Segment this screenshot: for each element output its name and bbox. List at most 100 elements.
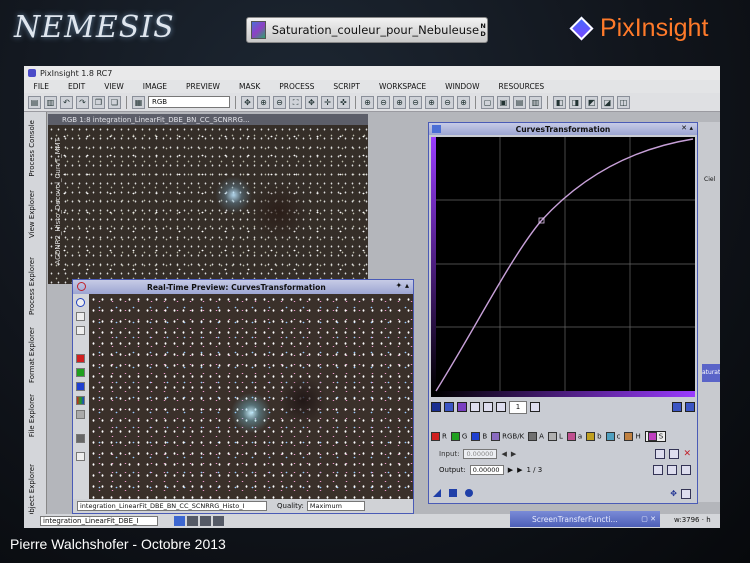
input-field[interactable]: 0.00000: [463, 449, 498, 459]
channel-g[interactable]: G: [450, 431, 467, 441]
grid-icon[interactable]: [685, 402, 695, 412]
camera-icon[interactable]: [76, 434, 85, 443]
next-point-icon[interactable]: ▶: [511, 450, 516, 458]
zoom-7-icon[interactable]: ⊕: [457, 95, 470, 109]
output-field[interactable]: 0.00000: [469, 465, 504, 475]
menu-view[interactable]: VIEW: [95, 82, 134, 91]
color-space-icon[interactable]: ▦: [132, 95, 145, 109]
nebula-image[interactable]: [48, 125, 368, 284]
mask-icon[interactable]: ◪: [601, 95, 614, 109]
menu-window[interactable]: WINDOW: [436, 82, 489, 91]
preview-edit-icon[interactable]: ▣: [497, 95, 510, 109]
channel-select[interactable]: RGB: [148, 96, 230, 108]
preview-target-select[interactable]: integration_LinearFit_DBE_BN_CC_SCNRRG_H…: [77, 501, 267, 511]
resize-icon[interactable]: ✥: [670, 489, 677, 499]
zoom-2-icon[interactable]: ⊖: [377, 95, 390, 109]
menu-preview[interactable]: PREVIEW: [177, 82, 230, 91]
menu-script[interactable]: SCRIPT: [324, 82, 370, 91]
preview-new-icon[interactable]: ▢: [481, 95, 494, 109]
channel-h[interactable]: H: [624, 431, 641, 441]
channel-rgbk[interactable]: RGB/K: [491, 431, 524, 441]
edit-point-icon[interactable]: [431, 402, 441, 412]
menu-resources[interactable]: RESOURCES: [489, 82, 554, 91]
interp-akima-icon[interactable]: [653, 465, 663, 475]
copy-icon[interactable]: ❐: [92, 95, 105, 109]
mask-enable-icon[interactable]: ◩: [585, 95, 598, 109]
next-icon[interactable]: ▶: [517, 466, 522, 474]
menu-workspace[interactable]: WORKSPACE: [369, 82, 435, 91]
select-icon[interactable]: ✜: [337, 95, 350, 109]
stf-icon[interactable]: ◫: [617, 95, 630, 109]
quality-select[interactable]: Maximum: [306, 501, 365, 511]
fit-icon[interactable]: ⛶: [289, 95, 302, 109]
histogram-icon[interactable]: [672, 402, 682, 412]
window-controls[interactable]: ▢ ✕: [641, 515, 656, 523]
menu-process[interactable]: PROCESS: [270, 82, 324, 91]
compare-icon[interactable]: [76, 452, 85, 461]
apply-icon[interactable]: [449, 489, 457, 497]
apply-global-icon[interactable]: [465, 489, 473, 497]
close-icon[interactable]: [77, 282, 86, 291]
pan-icon[interactable]: [496, 402, 506, 412]
channel-a-lab[interactable]: a: [566, 431, 582, 441]
tab-format-explorer[interactable]: Format Explorer: [28, 327, 36, 383]
interp-cubic-icon[interactable]: [667, 465, 677, 475]
process-icon-chip[interactable]: Saturation_couleur_pour_Nebuleuse ND: [246, 17, 488, 43]
window-controls[interactable]: ✦ ▴: [395, 281, 409, 290]
stf-window-tab[interactable]: ScreenTransferFuncti... ▢ ✕: [510, 511, 660, 527]
mask-show-icon[interactable]: ◧: [553, 95, 566, 109]
zoom-spinbox[interactable]: 1: [509, 400, 527, 414]
new-instance-icon[interactable]: [433, 489, 441, 497]
channel-a[interactable]: A: [528, 431, 544, 441]
menu-file[interactable]: FILE: [24, 82, 58, 91]
window-controls[interactable]: ✕ ▴: [681, 124, 693, 132]
menu-edit[interactable]: EDIT: [58, 82, 94, 91]
fit-view-icon[interactable]: [76, 326, 85, 335]
interp-linear-icon[interactable]: [681, 465, 691, 475]
channel-s[interactable]: S: [644, 430, 667, 442]
zoom-3-icon[interactable]: ⊕: [393, 95, 406, 109]
rgb-channel-icon[interactable]: [76, 396, 85, 405]
zoom-5-icon[interactable]: ⊕: [425, 95, 438, 109]
channel-b[interactable]: B: [471, 431, 487, 441]
zoom-out-icon[interactable]: ⊖: [273, 95, 286, 109]
save-icon[interactable]: ▥: [44, 95, 57, 109]
pan-icon[interactable]: ✥: [305, 95, 318, 109]
menu-mask[interactable]: MASK: [229, 82, 269, 91]
channel-l[interactable]: L: [547, 431, 563, 441]
invert-icon[interactable]: [655, 449, 666, 459]
zoom-in-icon[interactable]: [470, 402, 480, 412]
reset-icon[interactable]: [669, 449, 680, 459]
curves-titlebar[interactable]: CurvesTransformation ✕ ▴: [429, 123, 697, 135]
channel-r[interactable]: R: [431, 431, 447, 441]
redo-icon[interactable]: ↷: [76, 95, 89, 109]
zoom-out-icon[interactable]: [483, 402, 493, 412]
tab-file-explorer[interactable]: File Explorer: [28, 394, 36, 437]
preview-titlebar[interactable]: Real-Time Preview: CurvesTransformation …: [73, 280, 413, 294]
preview-image[interactable]: [89, 294, 413, 499]
curves-transformation-window[interactable]: CurvesTransformation ✕ ▴ 1 R G B RGB/K A…: [428, 122, 698, 504]
menu-image[interactable]: IMAGE: [133, 82, 176, 91]
realtime-preview-window[interactable]: Real-Time Preview: CurvesTransformation …: [72, 279, 414, 514]
zoom-1-icon[interactable]: ⊕: [361, 95, 374, 109]
move-icon[interactable]: ✥: [241, 95, 254, 109]
zoom-icon[interactable]: [76, 312, 85, 321]
tab-process-console[interactable]: Process Console: [28, 120, 36, 177]
zoom-6-icon[interactable]: ⊖: [441, 95, 454, 109]
prev-point-icon[interactable]: ◀: [501, 450, 506, 458]
select-point-icon[interactable]: [444, 402, 454, 412]
zoom-chips[interactable]: [174, 516, 224, 526]
readout-icon[interactable]: ✛: [321, 95, 334, 109]
preview-delete-icon[interactable]: ▥: [529, 95, 542, 109]
view-select[interactable]: integration_LinearFit_DBE_I: [40, 516, 158, 526]
refresh-icon[interactable]: [76, 298, 85, 307]
zoom-4-icon[interactable]: ⊖: [409, 95, 422, 109]
image-window[interactable]: RGB 1:8 integration_LinearFit_DBE_BN_CC_…: [48, 114, 368, 284]
red-channel-icon[interactable]: [76, 354, 85, 363]
zoom-in-icon[interactable]: ⊕: [257, 95, 270, 109]
undo-icon[interactable]: ↶: [60, 95, 73, 109]
preferences-icon[interactable]: [681, 489, 691, 499]
delete-icon[interactable]: ✕: [683, 449, 691, 459]
paste-icon[interactable]: ❏: [108, 95, 121, 109]
curve-graph[interactable]: [431, 137, 695, 397]
